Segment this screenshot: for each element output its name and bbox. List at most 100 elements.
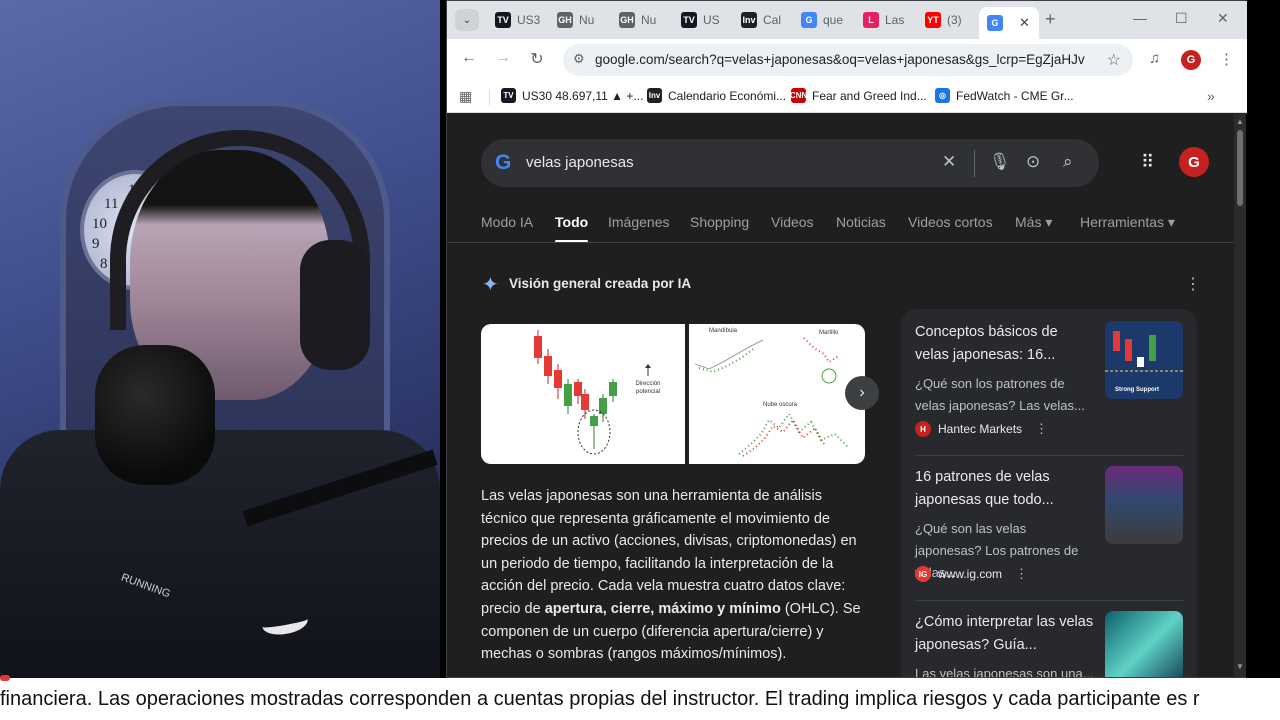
scroll-thumb[interactable] — [1237, 130, 1243, 206]
bookmark-label: US30 48.697,11 ▲ +... — [522, 88, 644, 103]
ai-sources-panel: Conceptos básicos de velas japonesas: 16… — [901, 309, 1197, 677]
disclaimer-ticker: financiera. Las operaciones mostradas co… — [0, 675, 1280, 720]
profile-avatar[interactable]: G — [1181, 50, 1201, 70]
bookmark-item[interactable]: ◎ FedWatch - CME Gr... — [935, 88, 1074, 103]
tab-mas[interactable]: Más ▾ — [1015, 214, 1052, 231]
google-apps-icon[interactable]: ⠿ — [1141, 152, 1154, 173]
tab-videos-cortos[interactable]: Videos cortos — [908, 214, 993, 230]
tab-favicon-icon: TV — [681, 12, 697, 28]
search-divider — [974, 150, 975, 177]
tab-title: US3 — [517, 13, 541, 27]
reload-icon[interactable]: ↻ — [525, 49, 549, 69]
new-tab-button[interactable]: + — [1045, 9, 1056, 30]
source-divider — [915, 455, 1183, 456]
browser-tab[interactable]: L Las — [855, 7, 913, 33]
tab-title: (3) — [947, 13, 962, 27]
shirt-text: RUNNING — [119, 571, 172, 601]
more-bookmarks-icon[interactable]: » — [1207, 88, 1215, 104]
person-torso: RUNNING — [0, 430, 440, 678]
search-query[interactable]: velas japonesas — [526, 154, 634, 171]
close-tab-icon[interactable]: ✕ — [1019, 15, 1030, 31]
close-window-icon[interactable]: ✕ — [1217, 10, 1229, 27]
source-more-icon[interactable]: ⋮ — [1035, 421, 1048, 437]
lens-search-icon[interactable]: ⊙ — [1026, 152, 1040, 172]
url-text[interactable]: google.com/search?q=velas+japonesas&oq=v… — [595, 52, 1085, 67]
browser-tab[interactable]: TV US3 — [487, 7, 545, 33]
media-control-icon[interactable]: ♫ — [1149, 50, 1160, 67]
source-divider — [915, 600, 1183, 601]
bookmark-favicon-icon: CNN — [790, 88, 807, 103]
scroll-up-icon[interactable]: ▲ — [1236, 117, 1244, 126]
browser-tab[interactable]: GH Nu — [549, 7, 607, 33]
ai-overview-more-icon[interactable]: ⋮ — [1185, 274, 1201, 294]
source-title[interactable]: 16 patrones de velas japonesas que todo.… — [915, 466, 1095, 512]
source-thumbnail[interactable] — [1105, 611, 1183, 677]
webcam-feed: 12 11 10 9 8 7 6 RUNNING — [0, 0, 440, 678]
bookmark-label: Calendario Económi... — [668, 88, 787, 103]
headset-earcup — [300, 240, 370, 370]
carousel-next-button[interactable]: › — [845, 376, 879, 410]
source-title[interactable]: ¿Cómo interpretar las velas japonesas? G… — [915, 611, 1095, 657]
search-icon[interactable]: ⌕ — [1063, 152, 1073, 172]
candle-chart-2 — [694, 337, 850, 457]
browser-tab[interactable]: TV US — [673, 7, 731, 33]
source-site[interactable]: IG www.ig.com ⋮ — [915, 566, 1028, 582]
page-scrollbar[interactable]: ▲ ▼ — [1234, 114, 1246, 677]
browser-tab[interactable]: GH Nu — [611, 7, 669, 33]
tab-herramientas[interactable]: Herramientas ▾ — [1080, 214, 1175, 231]
maximize-icon[interactable]: ☐ — [1175, 10, 1188, 27]
ai-image-2[interactable]: Mandíbula Martillo Nube oscura — [689, 324, 865, 464]
tab-search-button[interactable]: ⌄ — [455, 9, 479, 31]
google-profile-avatar[interactable]: G — [1179, 147, 1209, 177]
source-title[interactable]: Conceptos básicos de velas japonesas: 16… — [915, 321, 1095, 367]
source-more-icon[interactable]: ⋮ — [1015, 566, 1028, 582]
tab-modo-ia[interactable]: Modo IA — [481, 214, 533, 230]
browser-tab[interactable]: Gque — [793, 7, 851, 33]
source-site[interactable]: H Hantec Markets ⋮ — [915, 421, 1048, 437]
tab-shopping[interactable]: Shopping — [690, 214, 749, 230]
tab-title: US — [703, 13, 720, 27]
source-thumbnail[interactable] — [1105, 466, 1183, 544]
bookmark-label: FedWatch - CME Gr... — [956, 88, 1074, 103]
address-bar[interactable]: ⚙ google.com/search?q=velas+japonesas&oq… — [563, 44, 1133, 76]
browser-window: ⌄ TV US3 GH Nu GH Nu TV US Inv Cal Gque L Las YT (3) G ✕… — [446, 0, 1247, 678]
bookmark-star-icon[interactable]: ☆ — [1107, 50, 1121, 70]
apps-shortcut-icon[interactable]: ▦ — [459, 88, 472, 105]
tab-todo[interactable]: Todo — [555, 214, 589, 243]
bookmark-favicon-icon: Inv — [647, 88, 662, 103]
tab-imagenes[interactable]: Imágenes — [608, 214, 669, 230]
back-icon[interactable]: ← — [457, 49, 481, 67]
tab-strip: ⌄ TV US3 GH Nu GH Nu TV US Inv Cal Gque L Las YT (3) G ✕… — [447, 1, 1247, 39]
tab-videos[interactable]: Videos — [771, 214, 814, 230]
tab-noticias[interactable]: Noticias — [836, 214, 886, 230]
bookmark-favicon-icon: TV — [501, 88, 516, 103]
minimize-icon[interactable]: — — [1133, 10, 1147, 26]
browser-tab[interactable]: YT (3) — [917, 7, 975, 33]
tab-title: que — [823, 13, 844, 27]
tab-favicon-icon: GH — [557, 12, 573, 28]
clear-search-icon[interactable]: ✕ — [942, 152, 956, 172]
ai-overview-title: Visión general creada por IA — [509, 276, 692, 291]
bookmark-favicon-icon: ◎ — [935, 88, 950, 103]
forward-icon[interactable]: → — [491, 49, 515, 67]
browser-tab[interactable]: Inv Cal — [733, 7, 791, 33]
tab-title: Cal — [763, 13, 782, 27]
scroll-down-icon[interactable]: ▼ — [1236, 662, 1244, 671]
tab-favicon-icon: TV — [495, 12, 511, 28]
site-info-icon[interactable]: ⚙ — [573, 51, 585, 67]
bookmark-item[interactable]: CNN Fear and Greed Ind... — [790, 88, 927, 103]
ai-sparkle-icon: ✦ — [482, 274, 499, 296]
browser-tab[interactable]: G ✕ — [979, 7, 1039, 39]
tab-favicon-icon: G — [801, 12, 817, 28]
browser-menu-icon[interactable]: ⋮ — [1219, 50, 1234, 68]
source-desc: ¿Qué son los patrones de velas japonesas… — [915, 376, 1085, 413]
bookmark-label: Fear and Greed Ind... — [812, 88, 927, 103]
search-box[interactable]: G velas japonesas ✕ 🎙︎ ⊙ ⌕ — [481, 139, 1099, 187]
voice-search-icon[interactable]: 🎙︎ — [989, 152, 1011, 172]
source-thumbnail[interactable]: Strong Support — [1105, 321, 1183, 399]
ai-image-1-label: Dirección potencial — [635, 381, 661, 395]
bookmark-item[interactable]: TV US30 48.697,11 ▲ +... — [501, 88, 643, 103]
tab-favicon-icon: L — [863, 12, 879, 28]
ai-image-1[interactable]: Dirección potencial — [481, 324, 685, 464]
bookmark-item[interactable]: Inv Calendario Económi... — [647, 88, 786, 103]
